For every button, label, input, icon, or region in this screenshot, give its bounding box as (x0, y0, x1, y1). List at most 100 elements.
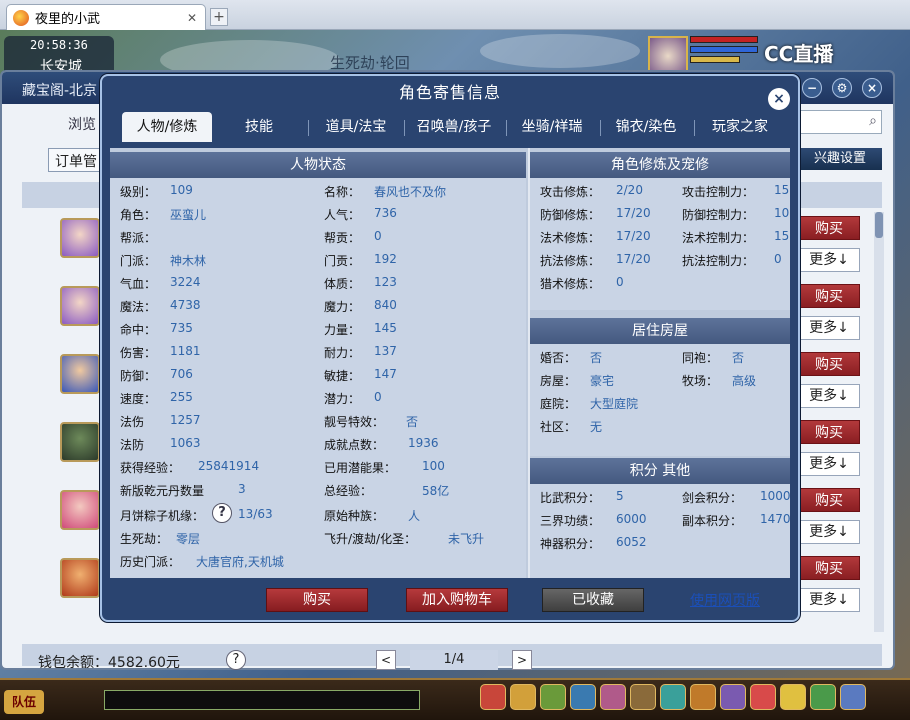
level-label: 级别： (120, 185, 157, 199)
tab-character[interactable]: 人物/修炼 (122, 112, 212, 142)
buy-button[interactable]: 购买 (798, 216, 860, 240)
qianyuan-value: 3 (238, 482, 246, 496)
agility-value: 147 (374, 367, 397, 381)
sword-score-label: 剑会积分： (682, 491, 743, 505)
buy-button[interactable]: 购买 (798, 352, 860, 376)
potential-label: 潜力： (324, 392, 361, 406)
add-to-cart-button[interactable]: 加入购物车 (406, 588, 508, 612)
help-icon[interactable]: ? (226, 650, 246, 670)
seller-avatar[interactable] (60, 558, 100, 598)
team-button[interactable]: 队伍 (4, 690, 44, 714)
artifact-score-label: 神器积分： (540, 537, 601, 551)
seller-avatar[interactable] (60, 422, 100, 462)
buy-button[interactable]: 购买 (798, 284, 860, 308)
buy-button[interactable]: 购买 (798, 488, 860, 512)
mp-value: 4738 (170, 298, 201, 312)
tab-player-home[interactable]: 玩家之家 (696, 112, 784, 142)
more-button[interactable]: 更多↓ (798, 384, 860, 408)
school-contrib-label: 门贡： (324, 254, 361, 268)
ascension-value: 未飞升 (448, 532, 485, 546)
buy-button[interactable]: 购买 (798, 556, 860, 580)
shop-icon[interactable] (750, 684, 776, 710)
gift-icon[interactable] (540, 684, 566, 710)
mp-label: 魔法： (120, 300, 157, 314)
tab-skills[interactable]: 技能 (216, 112, 302, 142)
order-manage-button[interactable]: 订单管 (48, 148, 108, 172)
emote-icon[interactable] (780, 684, 806, 710)
seller-avatar[interactable] (60, 286, 100, 326)
role-label: 角色： (120, 208, 157, 222)
wallet-balance: 钱包余额：4582.60元 (38, 655, 180, 671)
close-dialog-icon[interactable]: × (768, 88, 790, 110)
list-scrollbar[interactable] (874, 212, 884, 632)
seller-avatar[interactable] (60, 354, 100, 394)
attack-icon[interactable] (480, 684, 506, 710)
more-button[interactable]: 更多↓ (798, 452, 860, 476)
constitution-label: 体质： (324, 277, 361, 291)
pet-icon[interactable] (660, 684, 686, 710)
quest-icon[interactable] (690, 684, 716, 710)
merit-value: 6000 (616, 512, 647, 526)
interest-settings-button[interactable]: 兴趣设置 (798, 148, 882, 170)
spell-ctrl-value: 15 (774, 229, 790, 243)
special-id-label: 靓号特效： (324, 415, 385, 429)
new-tab-button[interactable]: + (210, 8, 228, 26)
seller-avatar[interactable] (60, 218, 100, 258)
close-tab-icon[interactable]: ✕ (185, 11, 199, 25)
next-page-button[interactable]: > (512, 650, 532, 670)
minimize-icon[interactable]: − (802, 78, 822, 98)
help-icon[interactable]: ? (212, 503, 232, 523)
clock-time: 20:58:36 (30, 38, 88, 52)
search-icon[interactable]: ⌕ (869, 113, 877, 129)
collected-button[interactable]: 已收藏 (542, 588, 644, 612)
browser-tab[interactable]: 夜里的小武 ✕ (6, 4, 206, 30)
tab-mounts[interactable]: 坐骑/祥瑞 (508, 112, 596, 142)
popularity-value: 736 (374, 206, 397, 220)
system-icon[interactable] (810, 684, 836, 710)
friends-icon[interactable] (600, 684, 626, 710)
more-button[interactable]: 更多↓ (798, 588, 860, 612)
seller-avatar[interactable] (60, 490, 100, 530)
settings-icon[interactable] (840, 684, 866, 710)
tab-outfits[interactable]: 锦衣/染色 (602, 112, 690, 142)
tab-separator (506, 120, 507, 136)
hp-value: 3224 (170, 275, 201, 289)
exp-bar (690, 56, 740, 63)
married-label: 婚否： (540, 351, 577, 365)
spell-cult-value: 17/20 (616, 229, 651, 243)
spell-defense-label: 法防 (120, 438, 145, 452)
buy-button[interactable]: 购买 (798, 420, 860, 444)
more-button[interactable]: 更多↓ (798, 248, 860, 272)
chat-input[interactable] (104, 690, 420, 710)
achievement-label: 成就点数： (324, 438, 385, 452)
school-contrib-value: 192 (374, 252, 397, 266)
lifedeath-label: 生死劫： (120, 532, 169, 546)
more-button[interactable]: 更多↓ (798, 520, 860, 544)
more-button[interactable]: 更多↓ (798, 316, 860, 340)
house-body: 婚否： 否 同袍： 否 房屋： 豪宅 牧场： 高级 庭院： 大型庭院 社区： 无 (530, 344, 790, 456)
house-value: 豪宅 (590, 374, 615, 388)
constitution-value: 123 (374, 275, 397, 289)
tab-items[interactable]: 道具/法宝 (312, 112, 400, 142)
exp-value: 25841914 (198, 459, 260, 473)
married-value: 否 (590, 351, 603, 365)
guild-icon[interactable] (720, 684, 746, 710)
tab-pets[interactable]: 召唤兽/孩子 (406, 112, 502, 142)
prev-page-button[interactable]: < (376, 650, 396, 670)
resist-cult-value: 17/20 (616, 252, 651, 266)
bag-icon[interactable] (510, 684, 536, 710)
score-body: 比武积分： 5 剑会积分： 1000 三界功绩： 6000 副本积分： 1470… (530, 484, 791, 578)
skills-icon[interactable] (630, 684, 656, 710)
page-indicator: 1/4 (410, 650, 498, 670)
browse-label[interactable]: 浏览 (68, 114, 96, 134)
scrollbar-thumb[interactable] (875, 212, 883, 238)
web-version-link[interactable]: 使用网页版 (690, 590, 760, 610)
attack-ctrl-label: 攻击控制力： (682, 185, 755, 199)
settings-icon[interactable]: ⚙ (832, 78, 852, 98)
mail-icon[interactable] (570, 684, 596, 710)
resist-cult-label: 抗法修炼： (540, 254, 601, 268)
buy-button[interactable]: 购买 (266, 588, 368, 612)
courtyard-label: 庭院： (540, 397, 577, 411)
accuracy-value: 735 (170, 321, 193, 335)
close-window-icon[interactable]: × (862, 78, 882, 98)
